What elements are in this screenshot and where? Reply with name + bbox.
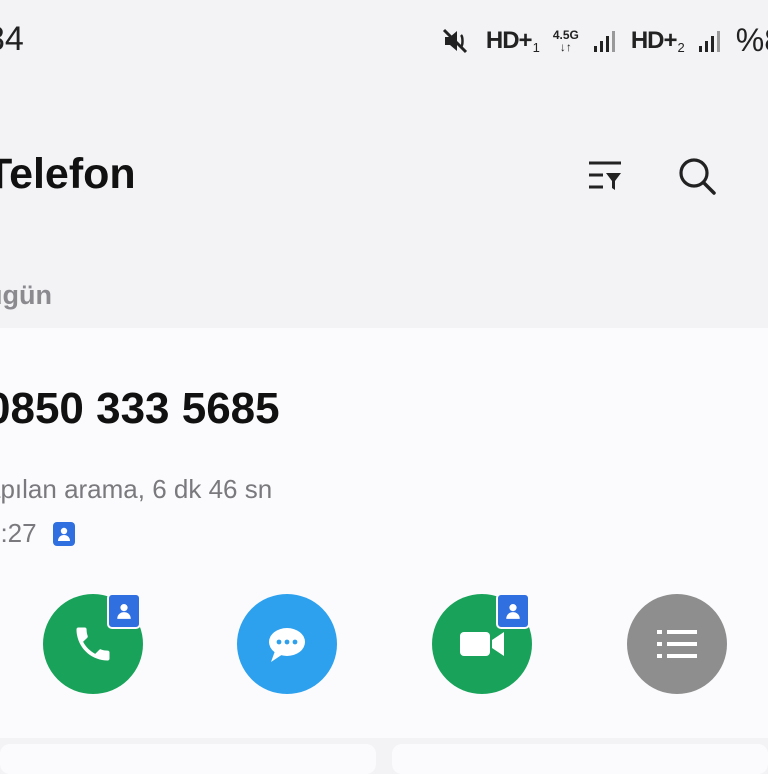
network-type-icon: 4.5G ↓↑ — [552, 27, 579, 54]
video-camera-icon — [460, 632, 504, 656]
page-title: Telefon — [0, 150, 136, 198]
phone-icon — [76, 627, 110, 661]
filter-button[interactable] — [584, 155, 626, 197]
mute-icon — [442, 27, 472, 55]
list-icon — [657, 630, 697, 658]
search-button[interactable] — [676, 155, 718, 197]
call-detail: apılan arama, 6 dk 46 sn — [0, 474, 273, 504]
sim-contact-badge-icon — [496, 593, 530, 629]
hd-voice-sim1-icon: HD+ 1 — [485, 26, 540, 55]
call-number: 0850 333 5685 — [0, 384, 280, 433]
call-time: 3:27 — [0, 518, 37, 548]
hd-voice-sim2-icon: HD+ 2 — [630, 26, 685, 55]
call-button[interactable] — [43, 593, 143, 694]
next-card-left[interactable] — [0, 744, 376, 774]
sim-contact-badge-icon — [107, 593, 141, 629]
search-icon — [679, 158, 716, 195]
signal-sim1-icon — [593, 29, 617, 53]
next-card-right[interactable] — [392, 744, 768, 774]
call-time-row: 3:27 — [0, 518, 75, 549]
status-time: 34 — [0, 20, 24, 58]
status-bar: 34 HD+1 4.5G ↓↑ HD+2 — [0, 0, 768, 84]
chat-bubble-icon — [269, 628, 305, 662]
signal-sim2-icon — [698, 29, 722, 53]
contact-icon — [52, 521, 75, 546]
video-call-button[interactable] — [432, 593, 532, 694]
battery-percent: %8 — [735, 22, 768, 58]
status-icons: HD+1 4.5G ↓↑ HD+2 %8 — [442, 22, 768, 59]
details-button[interactable] — [627, 594, 727, 694]
filter-icon — [589, 161, 621, 190]
message-button[interactable] — [237, 594, 337, 694]
section-header-today: ugün — [0, 280, 52, 310]
